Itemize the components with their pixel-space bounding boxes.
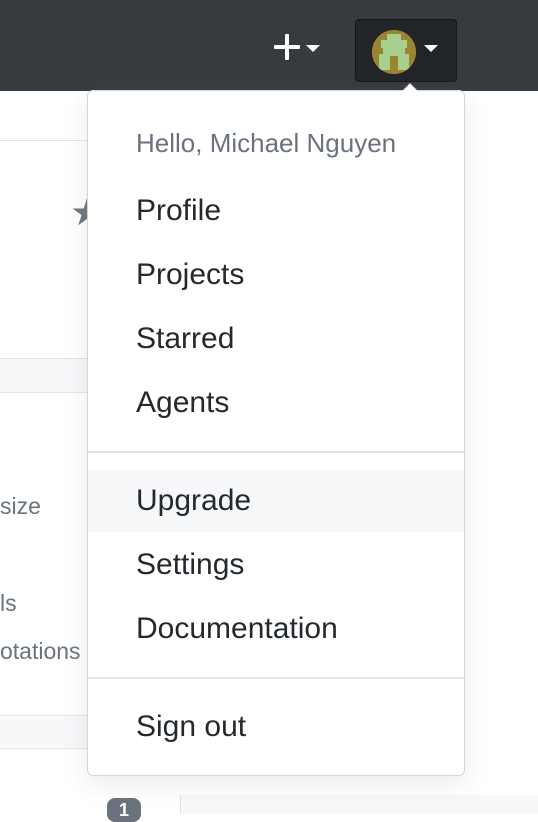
top-navbar [0,0,538,91]
user-dropdown-menu: Hello, Michael Nguyen Profile Projects S… [87,83,465,776]
menu-item-starred[interactable]: Starred [88,308,464,370]
menu-item-profile[interactable]: Profile [88,180,464,242]
plus-icon [274,34,300,60]
user-menu-button[interactable] [355,19,457,82]
menu-item-settings[interactable]: Settings [88,534,464,596]
section-header-strip [0,715,90,749]
background-text: otations [0,638,81,664]
section-header-strip [0,358,90,393]
background-text: ls [0,590,17,616]
background-text: size [0,493,41,519]
user-greeting: Hello, Michael Nguyen [136,128,397,158]
caret-down-icon [424,45,438,52]
divider [0,140,90,141]
menu-item-documentation[interactable]: Documentation [88,598,464,660]
menu-item-sign-out[interactable]: Sign out [88,696,464,758]
content-panel [180,795,538,814]
menu-item-projects[interactable]: Projects [88,244,464,306]
menu-divider [88,451,464,453]
avatar-identicon-icon [372,30,416,74]
menu-item-agents[interactable]: Agents [88,372,464,434]
menu-item-upgrade[interactable]: Upgrade [88,470,464,532]
avatar [372,30,416,74]
caret-down-icon [306,45,320,52]
create-new-button[interactable] [270,30,324,70]
count-badge: 1 [107,798,141,822]
menu-divider [88,677,464,679]
